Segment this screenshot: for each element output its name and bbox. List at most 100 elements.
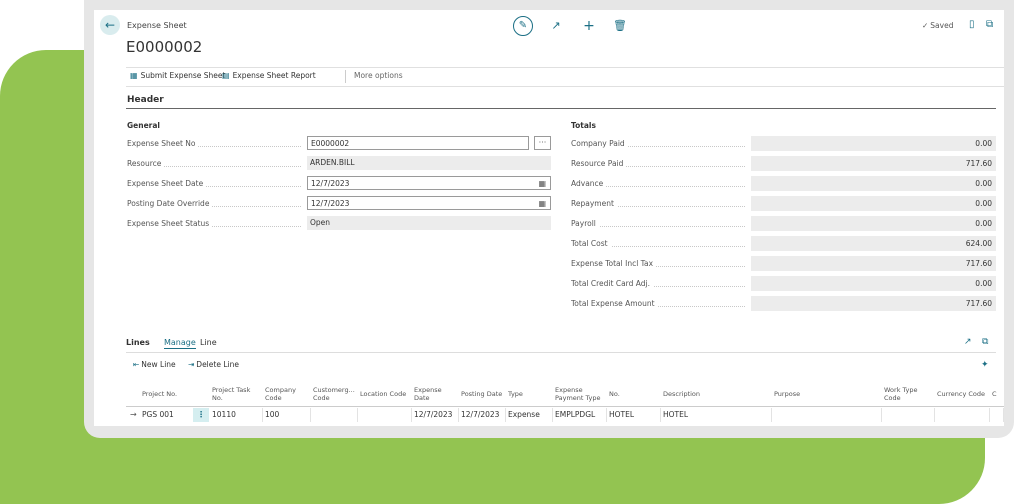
pencil-icon[interactable]: ✎ — [513, 16, 533, 36]
advance-value: 0.00 — [751, 176, 996, 191]
field-label-expense-total-incl-tax: Expense Total Incl Tax — [571, 259, 749, 271]
column-header[interactable]: Work Type Code — [884, 382, 934, 406]
popout-icon[interactable]: ⧉ — [986, 19, 993, 30]
submit-icon: ▦ — [130, 71, 138, 80]
row-menu-icon[interactable]: ⋮ — [193, 408, 209, 422]
column-header[interactable]: Project Task No. — [212, 382, 260, 406]
resource-paid-value: 717.60 — [751, 156, 996, 171]
saved-label: Saved — [930, 21, 954, 30]
trash-icon[interactable]: 🗑 — [612, 18, 628, 34]
total-expense-amount-value: 717.60 — [751, 296, 996, 311]
lines-divider — [126, 352, 996, 353]
back-arrow-icon[interactable]: ← — [100, 15, 120, 35]
field-label-company-paid: Company Paid — [571, 139, 749, 151]
column-header[interactable]: No. — [609, 382, 649, 406]
share-icon[interactable]: ↗ — [964, 337, 972, 347]
field-label-expense-sheet-status: Expense Sheet Status — [127, 219, 305, 231]
action-bar: ▦ Submit Expense Sheet ▤ Expense Sheet Rep… — [126, 67, 1004, 87]
table-cell[interactable] — [990, 408, 1004, 422]
divider — [345, 70, 346, 83]
calendar-icon[interactable]: ▦ — [538, 177, 546, 191]
calendar-icon[interactable]: ▦ — [538, 197, 546, 211]
table-cell[interactable]: HOTEL — [607, 408, 661, 422]
column-header[interactable]: Expense Payment Type — [555, 382, 605, 406]
check-icon: ✓ — [922, 21, 929, 30]
group-general-title: General — [127, 121, 160, 130]
table-cell[interactable] — [311, 408, 358, 422]
page-caption: Expense Sheet — [127, 21, 187, 30]
share-icon[interactable]: ↗ — [548, 18, 564, 34]
total-credit-card-adj-value: 0.00 — [751, 276, 996, 291]
field-label-repayment: Repayment — [571, 199, 749, 211]
pin-icon[interactable]: ✦ — [981, 360, 989, 370]
field-label-total-expense-amount: Total Expense Amount — [571, 299, 749, 311]
new-line-button[interactable]: ⇤ New Line — [133, 360, 176, 369]
expense-sheet-date-field[interactable]: 12/7/2023 ▦ — [307, 176, 551, 190]
field-label-total-cost: Total Cost — [571, 239, 749, 251]
expand-icon[interactable]: ⧉ — [982, 337, 988, 347]
expense-sheet-status-field: Open — [307, 216, 551, 230]
group-totals-title: Totals — [571, 121, 596, 130]
new-line-icon: ⇤ — [133, 360, 140, 369]
saved-status: ✓ Saved — [922, 21, 953, 30]
total-cost-value: 624.00 — [751, 236, 996, 251]
report-icon: ▤ — [222, 71, 230, 80]
column-header[interactable]: Type — [508, 382, 548, 406]
expense-sheet-window: ← Expense Sheet E0000002 ✎ ↗ + 🗑 ✓ Saved … — [94, 10, 1004, 426]
bookmark-icon[interactable]: ▯ — [969, 19, 975, 30]
page-header: ← Expense Sheet E0000002 ✎ ↗ + 🗑 ✓ Saved … — [94, 10, 1004, 68]
repayment-value: 0.00 — [751, 196, 996, 211]
table-cell[interactable]: 12/7/2023 — [412, 408, 459, 422]
column-header[interactable]: Project No. — [142, 382, 192, 406]
field-label-advance: Advance — [571, 179, 749, 191]
more-options-button[interactable]: More options — [354, 71, 403, 80]
column-header[interactable]: Company Code — [265, 382, 309, 406]
field-label-posting-date-override: Posting Date Override — [127, 199, 305, 211]
column-header[interactable]: C — [992, 382, 1004, 406]
delete-line-icon: ⇥ — [188, 360, 195, 369]
payroll-value: 0.00 — [751, 216, 996, 231]
resource-field: ARDEN.BILL — [307, 156, 551, 170]
table-cell[interactable]: 100 — [263, 408, 311, 422]
section-divider — [126, 108, 996, 109]
section-title-header[interactable]: Header — [127, 95, 164, 105]
table-cell[interactable]: HOTEL — [661, 408, 772, 422]
field-label-resource-paid: Resource Paid — [571, 159, 749, 171]
table-cell[interactable] — [358, 408, 412, 422]
tab-manage[interactable]: Manage — [164, 338, 196, 349]
grid-header-divider — [126, 406, 1004, 407]
table-cell[interactable]: 12/7/2023 — [459, 408, 506, 422]
table-cell[interactable]: 10110 — [210, 408, 263, 422]
submit-expense-sheet-button[interactable]: ▦ Submit Expense Sheet — [130, 71, 225, 80]
field-label-expense-sheet-no: Expense Sheet No — [127, 139, 305, 151]
expense-sheet-report-button[interactable]: ▤ Expense Sheet Report — [222, 71, 316, 80]
company-paid-value: 0.00 — [751, 136, 996, 151]
column-header[interactable]: Customerg... Code — [313, 382, 358, 406]
new-line-label: New Line — [141, 360, 176, 369]
plus-icon[interactable]: + — [581, 18, 597, 34]
field-label-resource: Resource — [127, 159, 305, 171]
column-header[interactable]: Expense Date — [414, 382, 458, 406]
column-header[interactable]: Description — [663, 382, 723, 406]
page-title: E0000002 — [126, 38, 203, 56]
column-header[interactable]: Currency Code — [937, 382, 987, 406]
delete-line-button[interactable]: ⇥ Delete Line — [188, 360, 239, 369]
lines-title[interactable]: Lines — [126, 338, 150, 347]
column-header[interactable]: Purpose — [774, 382, 834, 406]
table-cell[interactable]: PGS 001 — [140, 408, 194, 422]
field-label-payroll: Payroll — [571, 219, 749, 231]
expense-sheet-no-field[interactable]: E0000002 — [307, 136, 529, 150]
tab-line[interactable]: Line — [200, 338, 217, 347]
column-header[interactable]: Posting Date — [461, 382, 505, 406]
table-cell[interactable] — [935, 408, 990, 422]
lookup-button[interactable]: ··· — [534, 136, 551, 150]
table-cell[interactable] — [882, 408, 935, 422]
table-cell[interactable] — [772, 408, 882, 422]
column-header[interactable]: Location Code — [360, 382, 410, 406]
table-cell[interactable]: Expense — [506, 408, 553, 422]
table-cell[interactable]: EMPLPDGL — [553, 408, 607, 422]
posting-date-override-field[interactable]: 12/7/2023 ▦ — [307, 196, 551, 210]
delete-line-label: Delete Line — [196, 360, 239, 369]
field-label-total-credit-card-adj: Total Credit Card Adj. — [571, 279, 749, 291]
expense-total-incl-tax-value: 717.60 — [751, 256, 996, 271]
